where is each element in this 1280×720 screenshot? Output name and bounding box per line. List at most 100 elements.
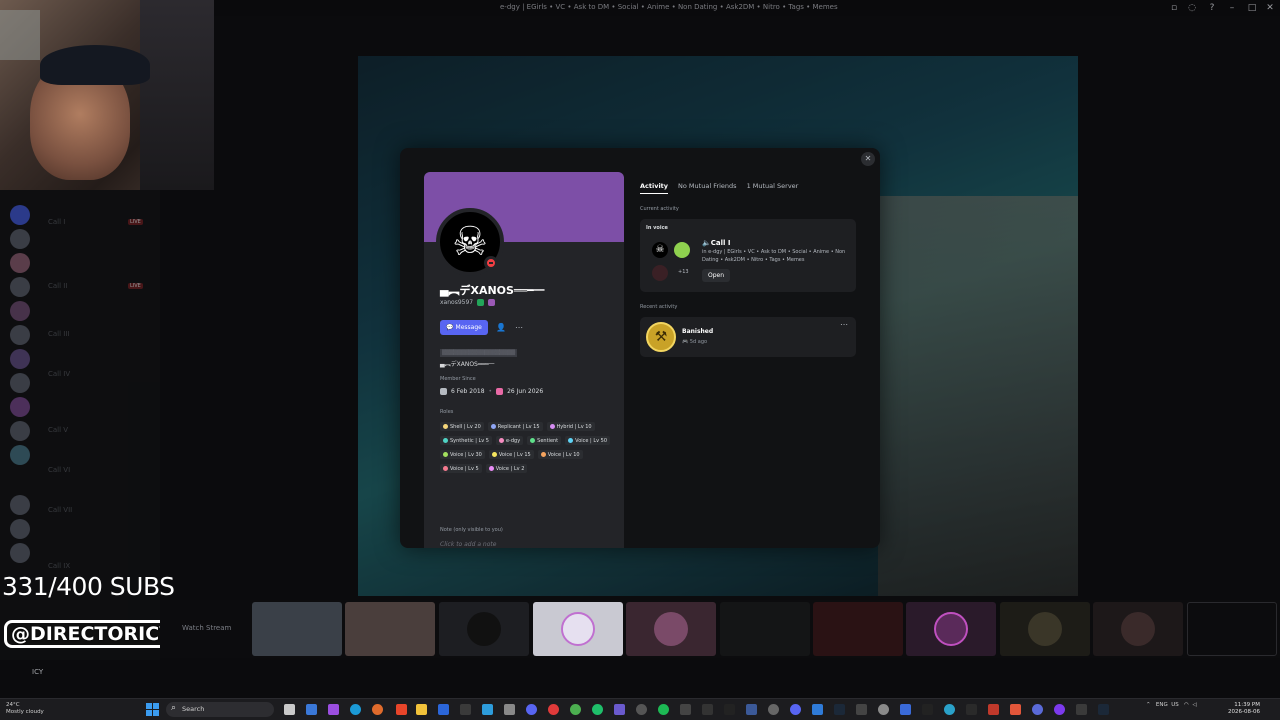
firefox-icon[interactable]	[372, 704, 383, 715]
brave-icon[interactable]	[396, 704, 407, 715]
app-icon[interactable]	[900, 704, 911, 715]
app-icon[interactable]	[460, 704, 471, 715]
more-options-button[interactable]: ⋯	[513, 322, 525, 334]
message-button[interactable]: 💬 Message	[440, 320, 488, 335]
clock[interactable]: 11:39 PM 2026-08-06	[1228, 702, 1260, 716]
app-icon[interactable]	[724, 704, 735, 715]
app-icon[interactable]	[1076, 704, 1087, 715]
start-button[interactable]	[146, 703, 159, 716]
badge-icon[interactable]	[477, 299, 485, 306]
app-icon[interactable]	[702, 704, 713, 715]
app-icon[interactable]	[1032, 704, 1043, 715]
tab-mutual-servers[interactable]: 1 Mutual Server	[747, 182, 799, 194]
app-icon[interactable]	[306, 704, 317, 715]
volume-icon[interactable]: ◁	[1192, 702, 1196, 708]
username[interactable]: xanos9597	[440, 299, 473, 306]
folder-icon[interactable]	[416, 704, 427, 715]
window-tile-icon[interactable]: ▫	[1168, 2, 1180, 14]
app-icon[interactable]	[328, 704, 339, 715]
channel-call-6[interactable]: Call VI	[48, 466, 70, 474]
more-icon[interactable]: ⋯	[840, 320, 848, 329]
app-icon[interactable]	[438, 704, 449, 715]
channel-call-9[interactable]: Call IX	[48, 562, 70, 570]
channel-call-2[interactable]: Call II	[48, 282, 67, 290]
channel-call-7[interactable]: Call VII	[48, 506, 72, 514]
window-settings-icon[interactable]: ◌	[1186, 2, 1198, 14]
participant-tile[interactable]	[1093, 602, 1183, 656]
wifi-icon[interactable]: ◠	[1184, 702, 1189, 708]
recent-activity-card[interactable]: ⚒ Banished 🎮 5d ago ⋯	[640, 317, 856, 357]
edge-icon[interactable]	[350, 704, 361, 715]
spotify-icon[interactable]	[658, 704, 669, 715]
participant-tile[interactable]	[252, 602, 342, 656]
server-icon[interactable]	[10, 325, 30, 345]
app-icon[interactable]	[812, 704, 823, 715]
server-icon[interactable]	[10, 397, 30, 417]
participant-tile[interactable]	[626, 602, 716, 656]
server-icon[interactable]	[10, 349, 30, 369]
app-icon[interactable]	[944, 704, 955, 715]
participant-tile[interactable]	[1187, 602, 1277, 656]
app-icon[interactable]	[636, 704, 647, 715]
server-icon[interactable]	[10, 519, 30, 539]
role-pill[interactable]: Hybrid | Lv 10	[546, 422, 595, 431]
system-tray[interactable]: ⌃ ENG US ◠ ◁	[1146, 702, 1197, 708]
window-help-icon[interactable]: ?	[1206, 2, 1218, 14]
participant-tile[interactable]	[813, 602, 903, 656]
participant-tile[interactable]	[439, 602, 529, 656]
taskbar-search[interactable]: Search	[166, 701, 274, 717]
role-pill[interactable]: Synthetic | Lv 5	[440, 436, 492, 445]
server-icon[interactable]	[10, 445, 30, 465]
watch-stream-label[interactable]: Watch Stream	[182, 624, 231, 632]
app-icon[interactable]	[746, 704, 757, 715]
app-icon[interactable]	[482, 704, 493, 715]
voice-avatar[interactable]	[674, 242, 690, 258]
add-friend-button[interactable]: 👤	[495, 322, 507, 334]
close-modal-button[interactable]: ✕	[861, 152, 875, 166]
server-icon[interactable]	[10, 495, 30, 515]
server-icon[interactable]	[10, 301, 30, 321]
app-icon[interactable]	[878, 704, 889, 715]
input-region[interactable]: US	[1171, 702, 1179, 708]
participant-tile[interactable]	[533, 602, 623, 656]
server-icon[interactable]	[10, 421, 30, 441]
discord-icon[interactable]	[526, 704, 537, 715]
server-icon[interactable]	[10, 277, 30, 297]
server-icon[interactable]	[10, 253, 30, 273]
app-icon[interactable]	[856, 704, 867, 715]
input-lang[interactable]: ENG	[1156, 702, 1168, 708]
open-button[interactable]: Open	[702, 269, 730, 282]
app-icon[interactable]	[614, 704, 625, 715]
maximize-icon[interactable]: □	[1246, 2, 1258, 14]
role-pill[interactable]: Shell | Lv 20	[440, 422, 484, 431]
app-icon[interactable]	[592, 704, 603, 715]
opera-icon[interactable]	[548, 704, 559, 715]
server-icon[interactable]	[10, 543, 30, 563]
steam-icon[interactable]	[834, 704, 845, 715]
weather-widget[interactable]: 24°C Mostly cloudy	[6, 702, 44, 716]
participant-tile[interactable]	[345, 602, 435, 656]
server-icon[interactable]	[10, 373, 30, 393]
minimize-icon[interactable]: –	[1226, 2, 1238, 14]
note-input[interactable]: Click to add a note	[440, 541, 496, 548]
close-window-icon[interactable]: ✕	[1264, 2, 1276, 14]
channel-call-5[interactable]: Call V	[48, 426, 68, 434]
current-user[interactable]: ICY	[32, 668, 43, 676]
participant-tile[interactable]	[1000, 602, 1090, 656]
channel-call-3[interactable]: Call III	[48, 330, 70, 338]
role-pill[interactable]: Voice | Lv 15	[488, 450, 534, 459]
role-pill[interactable]: Voice | Lv 30	[440, 450, 485, 459]
voice-avatar[interactable]: ☠	[652, 242, 668, 258]
chrome-icon[interactable]	[570, 704, 581, 715]
role-pill[interactable]: Voice | Lv 2	[485, 464, 528, 473]
participant-tile[interactable]	[720, 602, 810, 656]
badge-icon[interactable]	[487, 299, 495, 306]
app-icon[interactable]	[1054, 704, 1065, 715]
task-view-icon[interactable]	[284, 704, 295, 715]
bio-link[interactable]: ▒▒▒▒▒▒▒▒▒▒▒▒▒▒▒▒▒▒▒	[440, 349, 518, 357]
channel-call-4[interactable]: Call IV	[48, 370, 70, 378]
app-icon[interactable]	[922, 704, 933, 715]
role-pill[interactable]: Voice | Lv 5	[440, 464, 482, 473]
app-icon[interactable]	[768, 704, 779, 715]
role-pill[interactable]: Replicant | Lv 15	[487, 422, 543, 431]
